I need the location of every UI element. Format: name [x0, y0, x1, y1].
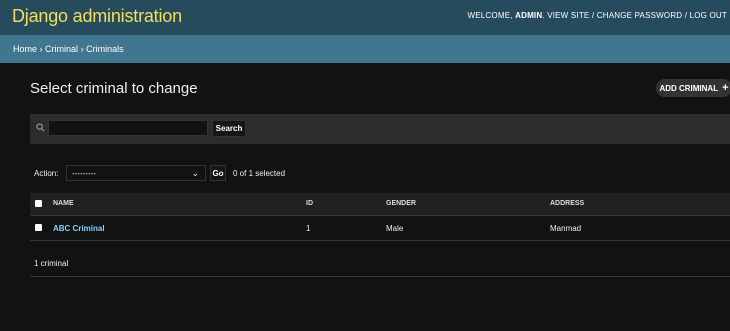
add-criminal-button[interactable]: ADD CRIMINAL + — [656, 79, 730, 97]
actions-bar: Action: --------- ⌄ Go 0 of 1 selected — [30, 163, 730, 183]
search-button[interactable]: Search — [212, 120, 246, 137]
site-header: Django administration WELCOME, ADMIN. VI… — [0, 0, 730, 35]
criminal-name-link[interactable]: ABC Criminal — [53, 224, 105, 233]
table-row: ABC Criminal 1 Male Manmad — [30, 216, 730, 241]
add-criminal-label: ADD CRIMINAL — [659, 83, 719, 93]
search-icon — [36, 123, 45, 132]
chevron-down-icon: ⌄ — [191, 168, 199, 178]
selected-count: 0 of 1 selected — [233, 169, 286, 178]
results-table: NAME ID GENDER ADDRESS ABC Criminal 1 Ma… — [30, 193, 730, 241]
row-checkbox[interactable] — [35, 224, 42, 231]
plus-icon: + — [722, 82, 729, 94]
criminal-address: Manmad — [550, 224, 582, 233]
breadcrumb-model: Criminals — [86, 44, 124, 54]
user-tools: WELCOME, ADMIN. VIEW SITE / CHANGE PASSW… — [467, 11, 727, 20]
column-header-address[interactable]: ADDRESS — [550, 200, 584, 207]
criminal-gender: Male — [386, 224, 404, 233]
table-header: NAME ID GENDER ADDRESS — [30, 193, 730, 216]
site-branding[interactable]: Django administration — [12, 6, 182, 27]
column-header-gender[interactable]: GENDER — [386, 200, 416, 207]
select-all-checkbox[interactable] — [35, 200, 42, 207]
go-button[interactable]: Go — [210, 165, 226, 181]
breadcrumb-app[interactable]: Criminal — [45, 44, 78, 54]
welcome-text: WELCOME, — [467, 11, 513, 20]
criminal-id: 1 — [306, 224, 311, 233]
breadcrumb: Home › Criminal › Criminals — [0, 35, 730, 63]
search-toolbar: Search — [30, 114, 730, 144]
change-password-link[interactable]: CHANGE PASSWORD — [597, 11, 683, 20]
search-input[interactable] — [48, 120, 208, 136]
result-count-bar: 1 criminal — [30, 252, 730, 277]
column-header-name[interactable]: NAME — [53, 200, 74, 207]
page-title: Select criminal to change — [30, 80, 198, 97]
username: ADMIN — [515, 11, 543, 20]
result-count: 1 criminal — [34, 259, 69, 268]
action-select[interactable]: --------- ⌄ — [66, 165, 206, 181]
action-label: Action: — [34, 169, 59, 178]
view-site-link[interactable]: VIEW SITE — [547, 11, 589, 20]
column-header-id[interactable]: ID — [306, 200, 313, 207]
breadcrumb-home[interactable]: Home — [13, 44, 37, 54]
log-out-link[interactable]: LOG OUT — [690, 11, 727, 20]
action-selected-value: --------- — [72, 169, 96, 178]
